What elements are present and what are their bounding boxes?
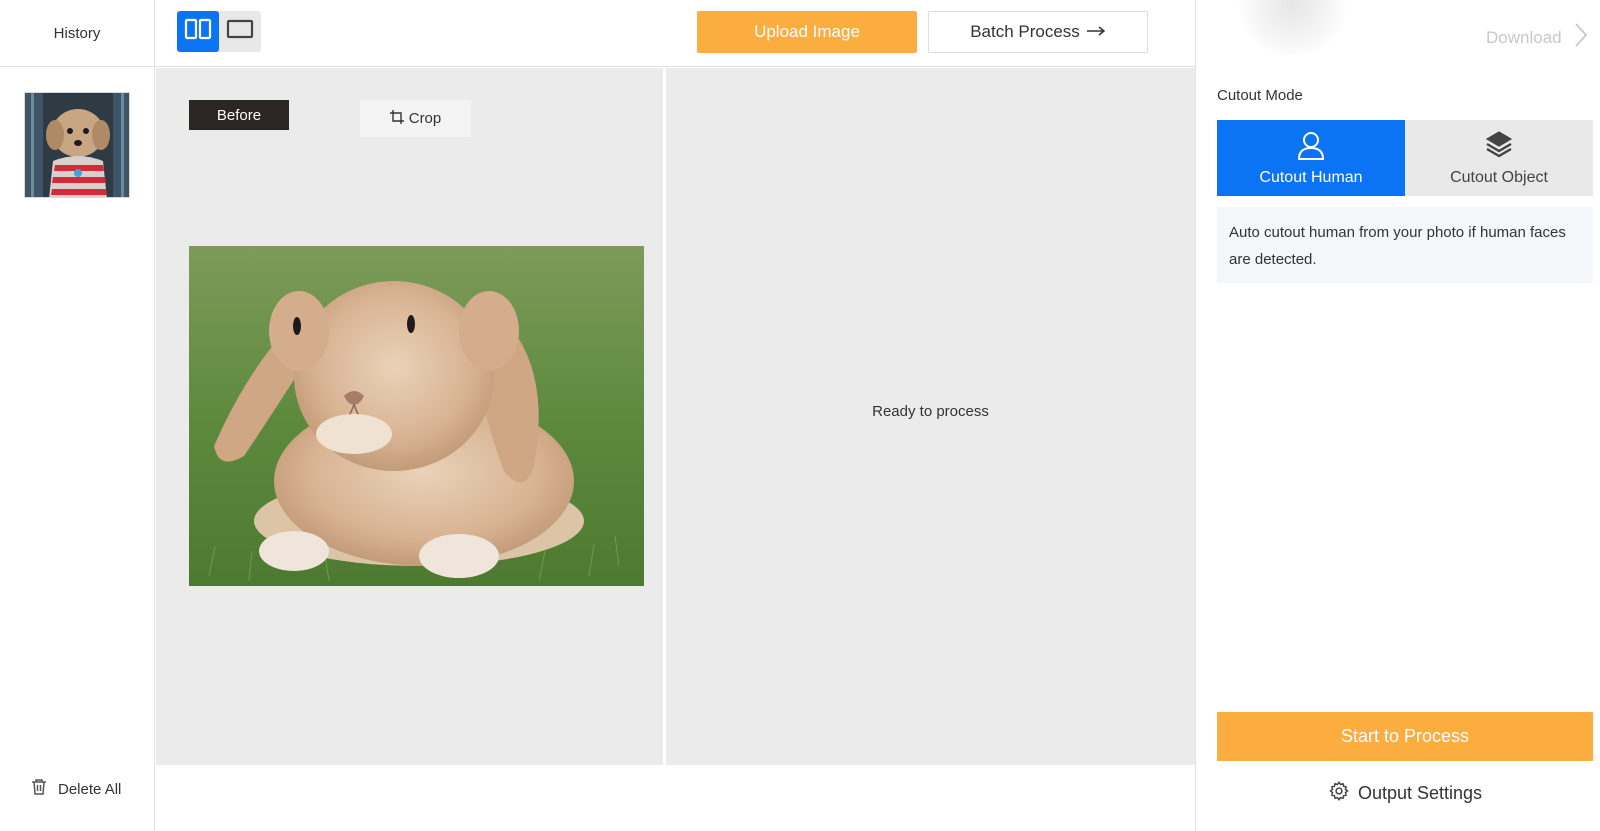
upload-image-button[interactable]: Upload Image [697,11,917,53]
split-view-button[interactable] [177,11,219,52]
delete-all-label: Delete All [58,780,122,798]
before-label: Before [189,100,289,130]
cutout-human-tab[interactable]: Cutout Human [1217,120,1405,196]
gear-icon [1328,780,1350,807]
cutout-human-label: Cutout Human [1259,168,1363,186]
trash-icon [30,778,48,800]
chevron-right-icon [1574,22,1588,53]
source-photo-rabbit [189,246,644,586]
batch-process-button[interactable]: Batch Process [928,11,1148,53]
delete-all-button[interactable]: Delete All [30,778,121,800]
batch-process-label: Batch Process [970,22,1080,41]
output-settings-label: Output Settings [1357,783,1483,803]
download-button[interactable]: Download [1486,22,1588,53]
bottom-strip [155,765,1195,831]
cutout-mode-label: Cutout Mode [1217,87,1303,104]
settings-panel: Download Cutout Mode Cutout Human Cutout… [1195,0,1600,831]
single-view-icon [226,18,254,45]
view-mode-toggle [177,11,261,52]
start-process-button[interactable]: Start to Process [1217,712,1593,761]
cutout-object-tab[interactable]: Cutout Object [1405,120,1593,196]
download-label: Download [1486,27,1562,47]
split-view-icon [184,18,212,45]
crop-label: Crop [408,110,442,127]
avatar [1238,0,1348,55]
history-title: History [0,0,154,67]
after-pane: Ready to process [666,68,1195,765]
status-text: Ready to process [872,403,989,420]
crop-button[interactable]: Crop [360,100,471,137]
top-toolbar: Upload Image Batch Process [155,0,1195,67]
arrow-right-icon [1086,22,1106,42]
crop-icon [389,109,404,128]
history-thumbnail-dog[interactable] [24,92,130,198]
history-sidebar: History Delete All [0,0,155,831]
before-pane: Before Crop [156,68,663,765]
person-icon [1297,130,1325,165]
output-settings-button[interactable]: Output Settings [1196,780,1600,807]
mode-description: Auto cutout human from your photo if hum… [1217,207,1593,283]
cutout-object-label: Cutout Object [1450,168,1548,186]
layers-icon [1485,130,1513,165]
single-view-button[interactable] [219,11,261,52]
cutout-mode-tabs: Cutout Human Cutout Object [1217,120,1593,196]
